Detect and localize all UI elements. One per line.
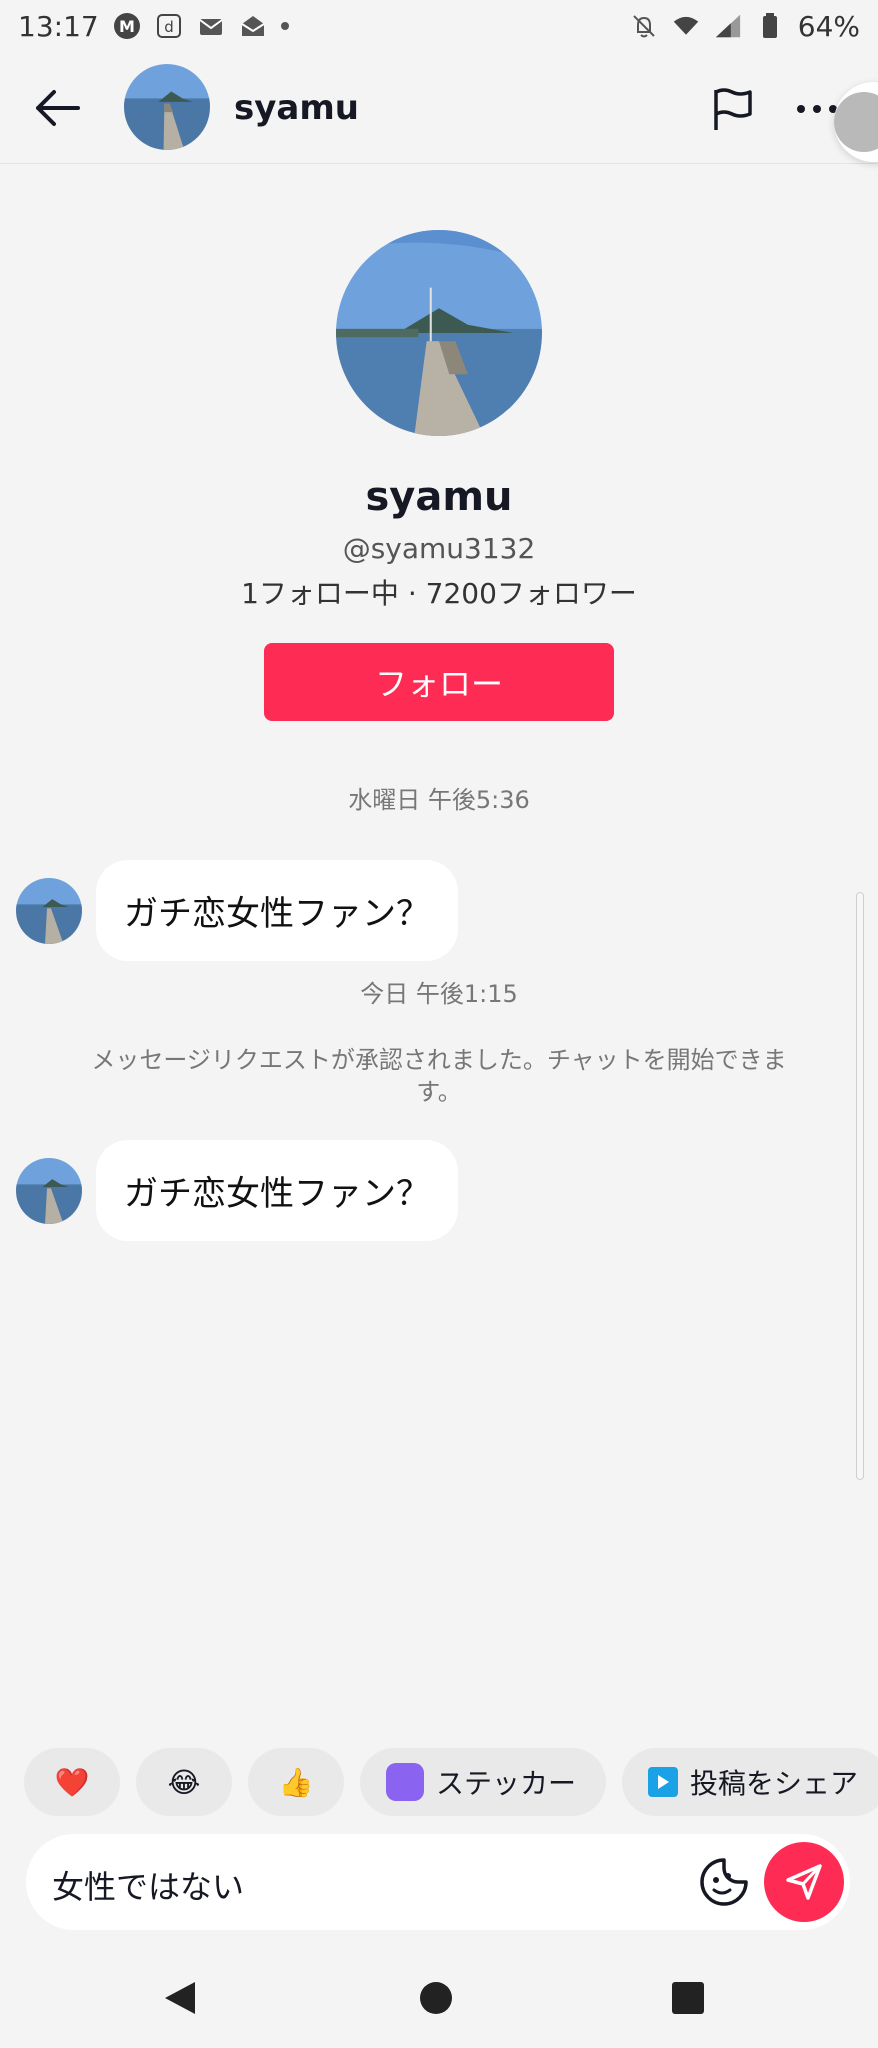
chat-timestamp: 水曜日 午後5:36 (348, 786, 530, 814)
floating-assist-icon (834, 92, 878, 152)
share-post-label: 投稿をシェア (690, 1767, 859, 1800)
chat-timestamp: 今日 午後1:15 (360, 980, 518, 1008)
battery-percent: 64% (797, 9, 860, 43)
system-notice: メッセージリクエストが承認されました。チャットを開始できます。 (91, 1046, 787, 1106)
notification-m-icon: M (113, 12, 141, 40)
flag-icon (714, 88, 752, 130)
more-notifications-dot-icon (280, 22, 289, 30)
heart-icon: ❤️ (54, 1765, 90, 1799)
emoji-face-icon (700, 1858, 748, 1906)
more-dots-icon (797, 105, 837, 113)
profile-stats: 1フォロー中 · 7200フォロワー (241, 577, 637, 610)
heart-reaction-button[interactable]: ❤️ (24, 1748, 120, 1816)
notification-mail-open-icon (239, 12, 267, 40)
avatar-pier-image (336, 230, 542, 436)
sticker-label: ステッカー (436, 1767, 577, 1800)
nav-back-triangle-icon (165, 1982, 195, 2014)
svg-text:d: d (164, 18, 174, 36)
message-input-text[interactable]: 女性ではない (52, 1862, 244, 1908)
header-avatar[interactable] (124, 64, 210, 150)
nav-back-button[interactable] (150, 1968, 210, 2028)
nav-home-button[interactable] (406, 1968, 466, 2028)
laugh-reaction-button[interactable]: 😂 (136, 1748, 232, 1816)
thumbs-up-reaction-button[interactable]: 👍 (248, 1748, 344, 1816)
profile-handle: @syamu3132 (342, 532, 536, 565)
nav-recents-button[interactable] (658, 1968, 718, 2028)
message-bubble[interactable]: ガチ恋女性ファン？ (96, 860, 458, 961)
status-time: 13:17 (18, 9, 99, 43)
sticker-icon (386, 1763, 424, 1801)
message-row: ガチ恋女性ファン？ (16, 1140, 458, 1241)
share-post-button[interactable]: 投稿をシェア (622, 1748, 878, 1816)
notification-d-icon: d (155, 12, 183, 40)
back-arrow-icon (36, 90, 80, 126)
profile-avatar[interactable] (336, 230, 542, 436)
status-bar: 13:17 M d 64% (0, 0, 878, 52)
message-avatar[interactable] (16, 877, 82, 944)
sticker-button[interactable]: ステッカー (360, 1748, 607, 1816)
back-button[interactable] (28, 78, 88, 138)
send-button[interactable] (764, 1842, 844, 1922)
status-right: 64% (630, 10, 860, 43)
header-username[interactable]: syamu (234, 88, 359, 128)
wifi-icon (672, 12, 700, 40)
chat-header: syamu (0, 52, 878, 164)
report-button[interactable] (706, 82, 760, 136)
nav-home-circle-icon (420, 1982, 452, 2014)
notification-mail-icon (197, 12, 225, 40)
nav-recents-square-icon (672, 1982, 704, 2014)
message-avatar[interactable] (16, 1157, 82, 1224)
message-input[interactable]: 女性ではない (26, 1834, 850, 1930)
system-nav-bar (0, 1950, 878, 2040)
thumbs-up-icon: 👍 (278, 1765, 314, 1799)
signal-icon (714, 12, 742, 40)
message-row: ガチ恋女性ファン？ (16, 860, 458, 961)
chat-scrollbar[interactable] (856, 892, 864, 1480)
emoji-picker-button[interactable] (698, 1856, 750, 1908)
profile-name: syamu (365, 474, 513, 520)
message-bubble[interactable]: ガチ恋女性ファン？ (96, 1140, 458, 1241)
status-left: 13:17 M d (18, 10, 289, 43)
svg-text:M: M (119, 17, 135, 36)
quick-reply-bar: ❤️ 😂 👍 ステッカー 投稿をシェア (0, 1748, 878, 1818)
follow-button[interactable]: フォロー (264, 643, 614, 721)
avatar-pier-image (124, 64, 210, 150)
avatar-pier-image (16, 877, 82, 944)
play-share-icon (648, 1767, 679, 1797)
avatar-pier-image (16, 1157, 82, 1224)
mute-bell-icon (630, 12, 658, 40)
laughing-face-icon: 😂 (167, 1765, 201, 1799)
send-arrow-icon (786, 1864, 822, 1900)
battery-icon (756, 12, 784, 40)
